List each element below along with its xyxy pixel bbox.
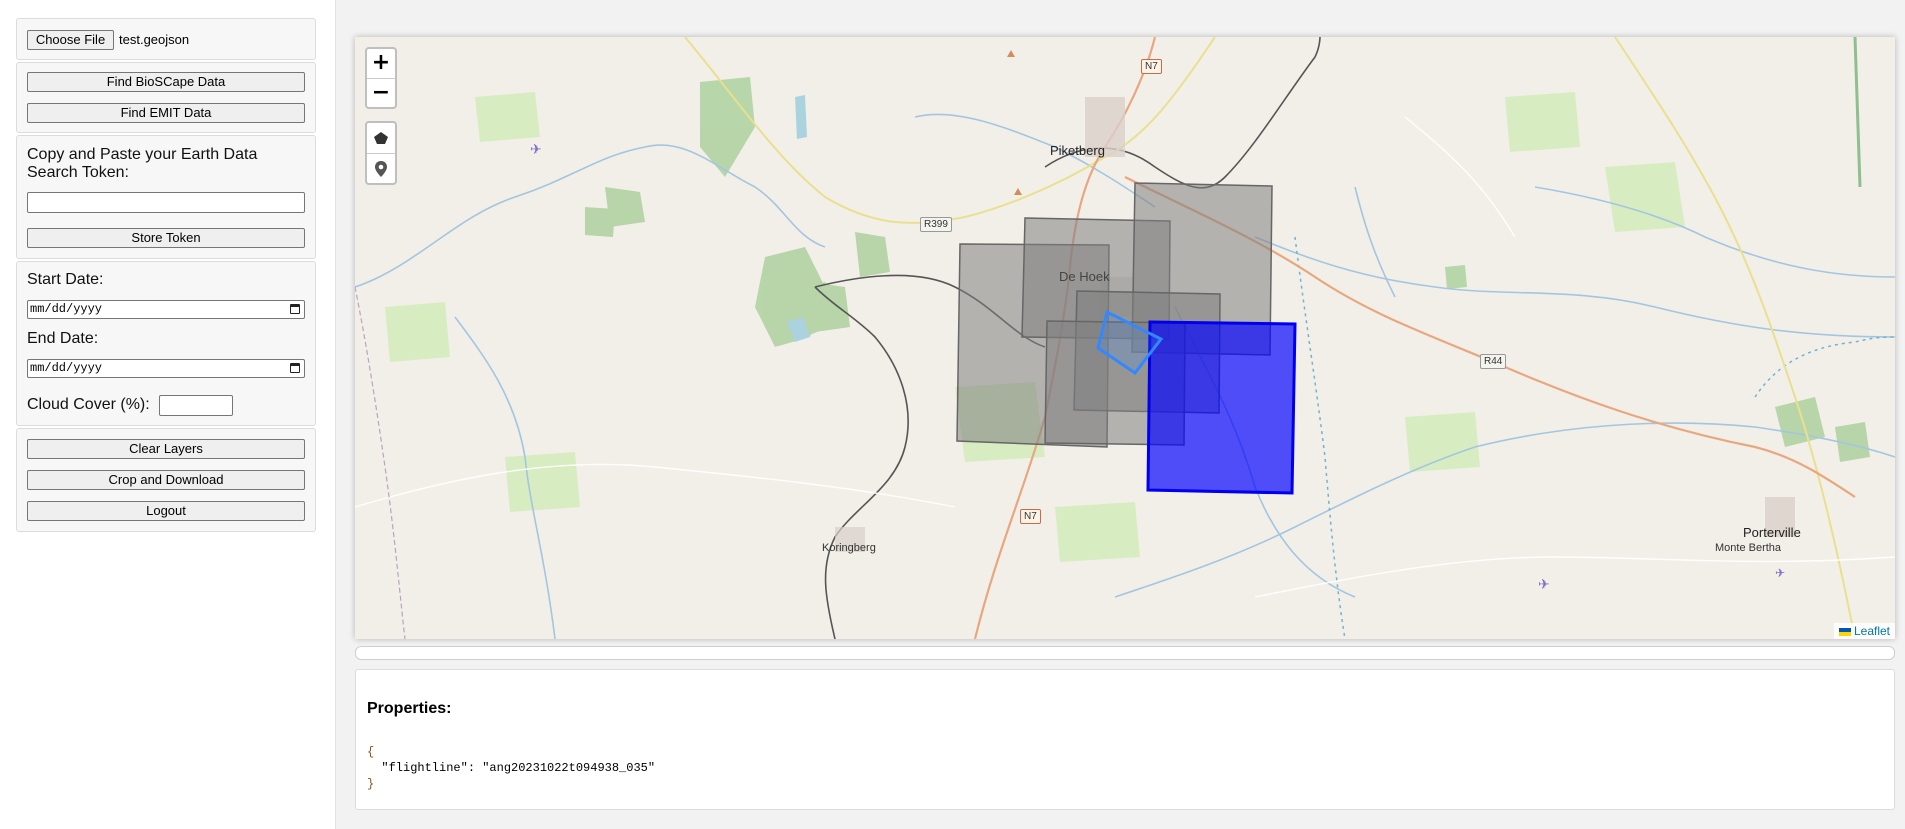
cloud-cover-input[interactable]	[159, 395, 233, 416]
zoom-in-button[interactable]: +	[367, 49, 395, 79]
token-panel: Copy and Paste your Earth Data Search To…	[16, 135, 316, 259]
place-label-monte-bertha: Monte Bertha	[1715, 542, 1782, 554]
road-shield-n7: N7	[1020, 509, 1041, 524]
token-input[interactable]	[27, 192, 305, 213]
file-panel: Choose File test.geojson	[16, 18, 316, 60]
calendar-icon[interactable]	[290, 363, 300, 373]
choose-file-button[interactable]: Choose File	[27, 30, 114, 50]
polygon-icon	[374, 132, 388, 144]
properties-panel: Properties: { "flightline": "ang20231022…	[355, 669, 1895, 810]
svg-text:✈: ✈	[1538, 577, 1550, 593]
map-attribution[interactable]: Leaflet	[1833, 623, 1895, 639]
token-label: Copy and Paste your Earth Data Search To…	[27, 146, 258, 181]
marker-icon	[375, 161, 387, 177]
start-date-input[interactable]: mm/dd/yyyy	[27, 300, 305, 319]
end-date-input[interactable]: mm/dd/yyyy	[27, 359, 305, 378]
find-bioscape-button[interactable]: Find BioSCape Data	[27, 72, 305, 92]
horizontal-scrollbar[interactable]	[355, 646, 1895, 660]
find-data-panel: Find BioSCape Data Find EMIT Data	[16, 62, 316, 133]
map-tiles: ✈ ✈ ✈	[355, 37, 1895, 639]
json-open-brace: {	[367, 745, 375, 759]
properties-json: { "flightline": "ang20231022t094938_035"…	[367, 744, 655, 792]
place-label-koringberg: Koringberg	[822, 542, 876, 554]
filters-panel: Start Date: mm/dd/yyyy End Date: mm/dd/y…	[16, 261, 316, 426]
start-date-placeholder: mm/dd/yyyy	[30, 302, 103, 316]
svg-text:✈: ✈	[530, 142, 542, 158]
json-close-brace: }	[367, 777, 375, 791]
store-token-button[interactable]: Store Token	[27, 228, 305, 248]
actions-panel: Clear Layers Crop and Download Logout	[16, 428, 316, 532]
place-label-porterville: Porterville	[1743, 525, 1801, 540]
draw-marker-button[interactable]	[367, 154, 395, 184]
place-label-piketberg: Piketberg	[1050, 143, 1105, 158]
svg-text:✈: ✈	[1775, 566, 1785, 580]
selected-file-name: test.geojson	[119, 32, 190, 47]
end-date-placeholder: mm/dd/yyyy	[30, 361, 103, 375]
draw-toolbar	[365, 121, 397, 185]
leaflet-link[interactable]: Leaflet	[1854, 624, 1890, 638]
road-shield-n7: N7	[1141, 59, 1162, 74]
logout-button[interactable]: Logout	[27, 501, 305, 521]
sidebar: Choose File test.geojson Find BioSCape D…	[0, 0, 336, 829]
map[interactable]: ✈ ✈ ✈ Piketberg De Hoek Koringberg Porte…	[355, 37, 1895, 639]
start-date-label: Start Date:	[27, 271, 104, 288]
find-emit-button[interactable]: Find EMIT Data	[27, 103, 305, 123]
calendar-icon[interactable]	[290, 304, 300, 314]
json-flightline-line: "flightline": "ang20231022t094938_035"	[367, 761, 656, 775]
end-date-label: End Date:	[27, 330, 99, 347]
cloud-cover-label: Cloud Cover (%):	[27, 396, 150, 413]
road-shield-r44: R44	[1480, 354, 1507, 369]
draw-polygon-button[interactable]	[367, 123, 395, 154]
ukraine-flag-icon	[1838, 627, 1851, 636]
zoom-control: + −	[365, 47, 397, 109]
zoom-out-button[interactable]: −	[367, 79, 395, 108]
clear-layers-button[interactable]: Clear Layers	[27, 439, 305, 459]
crop-download-button[interactable]: Crop and Download	[27, 470, 305, 490]
place-label-de-hoek: De Hoek	[1059, 269, 1110, 284]
road-shield-r399: R399	[920, 217, 952, 232]
properties-title: Properties:	[367, 700, 452, 717]
